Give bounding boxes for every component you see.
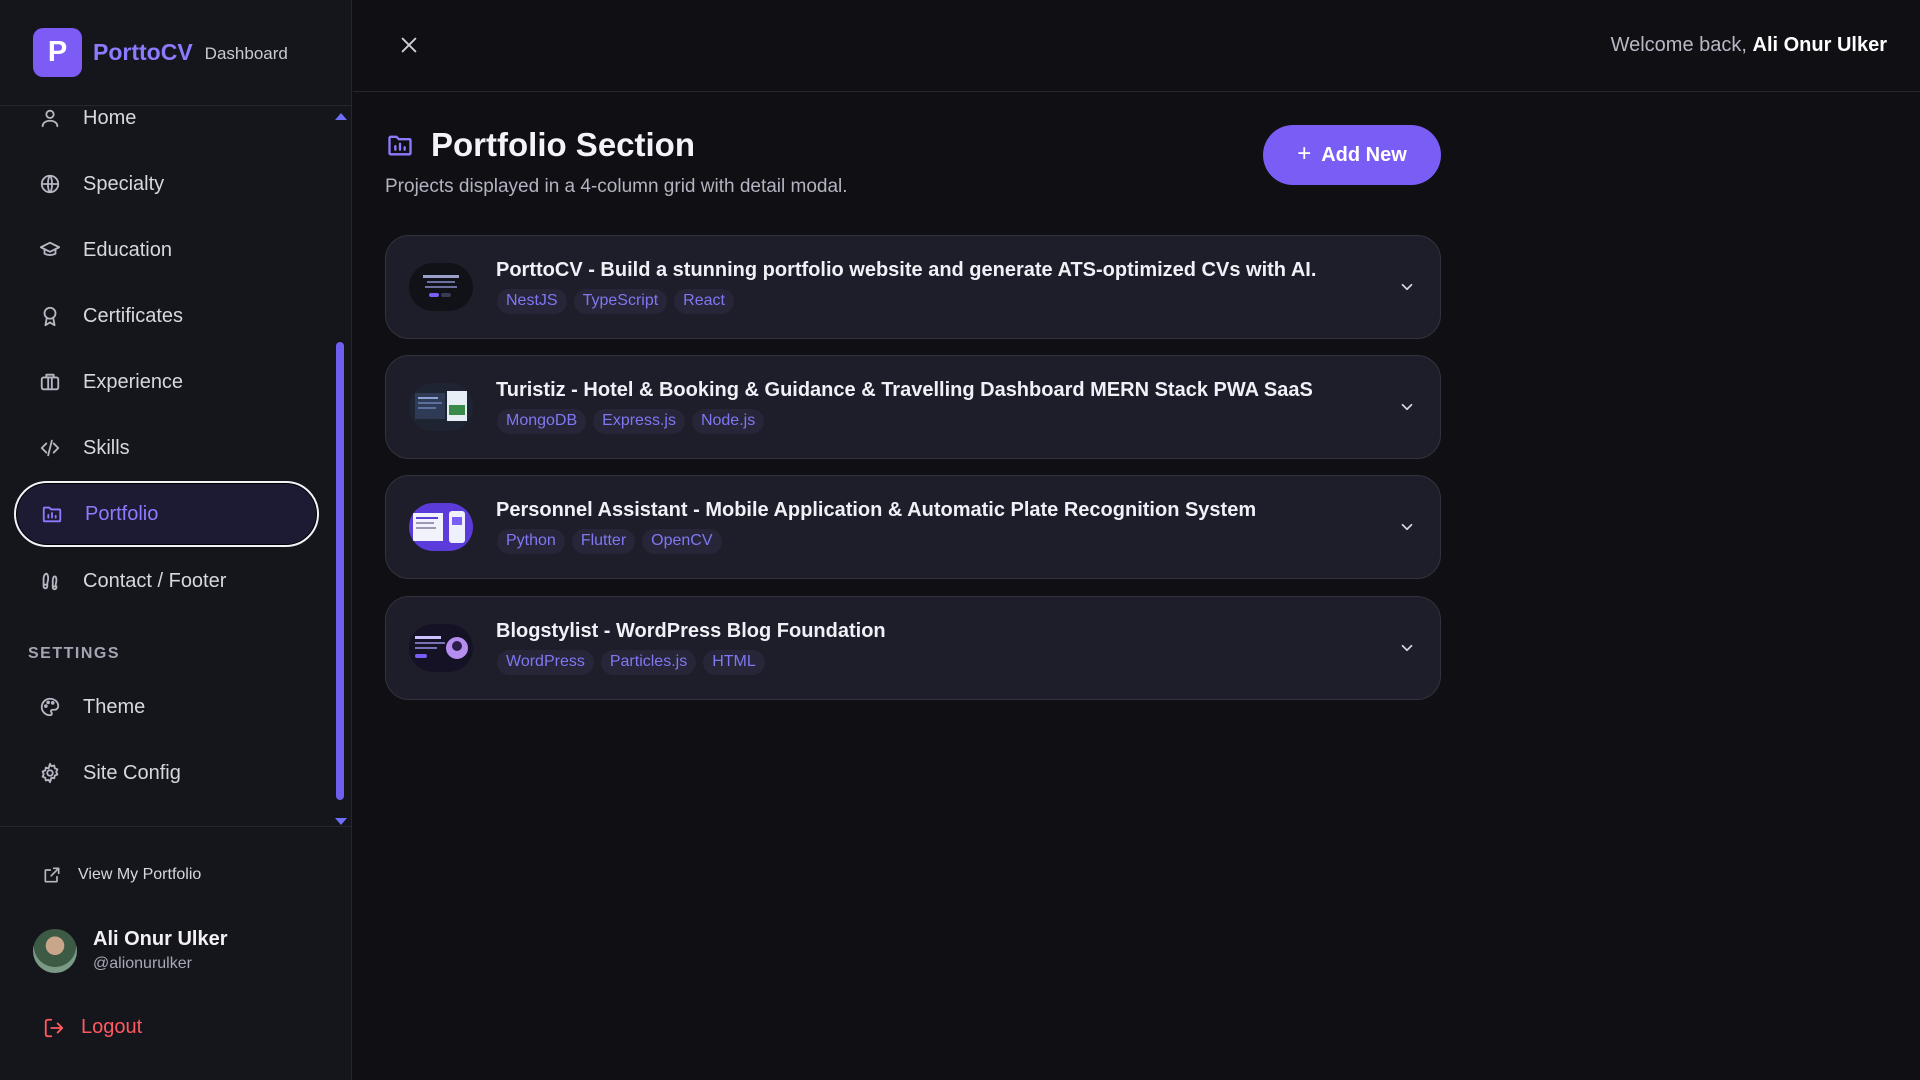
- sidebar-item-label: Home: [83, 106, 137, 129]
- page-header: Portfolio Section: [385, 126, 695, 164]
- avatar[interactable]: [33, 928, 77, 973]
- user-icon: [39, 107, 61, 129]
- tag-badge: Express.js: [593, 409, 685, 434]
- chevron-down-icon[interactable]: [1398, 398, 1416, 416]
- project-card[interactable]: Blogstylist - WordPress Blog Foundation …: [385, 596, 1441, 700]
- logout-label: Logout: [81, 1016, 143, 1038]
- tag-badge: WordPress: [497, 650, 594, 675]
- project-card[interactable]: Turistiz - Hotel & Booking & Guidance & …: [385, 355, 1441, 459]
- project-thumbnail: [409, 263, 473, 311]
- tag-badge: TypeScript: [573, 289, 668, 314]
- sidebar-item-label: Specialty: [83, 172, 165, 195]
- logout-button[interactable]: Logout: [43, 1016, 142, 1039]
- tag-badge: Flutter: [571, 529, 636, 554]
- welcome-user-name: Ali Onur Ulker: [1752, 34, 1887, 56]
- tag-badge: Particles.js: [600, 650, 697, 675]
- project-tags: MongoDB Express.js Node.js: [497, 409, 765, 434]
- project-card[interactable]: Personnel Assistant - Mobile Application…: [385, 475, 1441, 579]
- palette-icon: [39, 696, 61, 718]
- view-portfolio-label: View My Portfolio: [78, 866, 202, 883]
- sidebar-item-site-config[interactable]: Site Config: [14, 740, 319, 806]
- globe-icon: [39, 173, 61, 195]
- chevron-down-icon[interactable]: [1398, 518, 1416, 536]
- sidebar-item-label: Skills: [83, 436, 130, 459]
- sidebar-item-specialty[interactable]: Specialty: [14, 151, 319, 217]
- sidebar-item-home[interactable]: Home: [14, 85, 319, 151]
- tag-badge: NestJS: [497, 289, 567, 314]
- project-title: PorttoCV - Build a stunning portfolio we…: [496, 259, 1317, 281]
- sidebar-item-experience[interactable]: Experience: [14, 349, 319, 415]
- brand-subtitle: Dashboard: [204, 44, 288, 63]
- footprints-icon: [39, 570, 61, 592]
- sidebar-item-label: Education: [83, 238, 172, 261]
- folder-chart-icon: [41, 503, 63, 525]
- briefcase-icon: [39, 371, 61, 393]
- close-icon[interactable]: [398, 34, 420, 56]
- tag-badge: MongoDB: [497, 409, 587, 434]
- page-title: Portfolio Section: [431, 126, 695, 163]
- chevron-down-icon[interactable]: [1398, 278, 1416, 296]
- add-new-label: Add New: [1321, 143, 1407, 166]
- brand-name[interactable]: PorttoCV: [93, 39, 193, 66]
- external-link-icon: [42, 865, 62, 885]
- user-profile[interactable]: Ali Onur Ulker @alionurulker: [33, 928, 227, 973]
- project-title: Blogstylist - WordPress Blog Foundation: [496, 620, 886, 642]
- project-tags: Python Flutter OpenCV: [497, 529, 722, 554]
- folder-chart-icon: [385, 131, 415, 159]
- logout-icon: [43, 1017, 65, 1039]
- sidebar-item-label: Experience: [83, 370, 184, 393]
- scroll-down-arrow-icon[interactable]: [335, 818, 347, 825]
- sidebar-item-label: Site Config: [83, 761, 181, 784]
- sidebar-footer: View My Portfolio Ali Onur Ulker @alionu…: [0, 826, 352, 1080]
- sidebar: P PorttoCV Dashboard Home Specialty Educ…: [0, 0, 352, 1080]
- tag-badge: React: [674, 289, 734, 314]
- project-card[interactable]: PorttoCV - Build a stunning portfolio we…: [385, 235, 1441, 339]
- add-new-button[interactable]: + Add New: [1263, 125, 1441, 185]
- sidebar-item-theme[interactable]: Theme: [14, 674, 319, 740]
- sidebar-item-label: Contact / Footer: [83, 569, 227, 592]
- chevron-down-icon[interactable]: [1398, 639, 1416, 657]
- sidebar-item-portfolio[interactable]: Portfolio: [14, 481, 319, 547]
- project-thumbnail: [409, 624, 473, 672]
- welcome-message: Welcome back, Ali Onur Ulker: [1611, 34, 1887, 57]
- logo-icon[interactable]: P: [33, 28, 82, 77]
- sidebar-item-label: Certificates: [83, 304, 184, 327]
- tag-badge: Node.js: [691, 409, 765, 434]
- project-thumbnail: [409, 503, 473, 551]
- tag-badge: HTML: [703, 650, 765, 675]
- tag-badge: Python: [497, 529, 565, 554]
- project-tags: WordPress Particles.js HTML: [497, 650, 765, 675]
- top-bar: Welcome back, Ali Onur Ulker: [353, 0, 1920, 92]
- sidebar-item-label: Theme: [83, 695, 146, 718]
- user-name: Ali Onur Ulker: [93, 928, 228, 950]
- graduation-cap-icon: [39, 239, 61, 261]
- sidebar-item-contact-footer[interactable]: Contact / Footer: [14, 548, 319, 614]
- project-tags: NestJS TypeScript React: [497, 289, 734, 314]
- sidebar-item-certificates[interactable]: Certificates: [14, 283, 319, 349]
- gear-icon: [39, 762, 61, 784]
- view-portfolio-link[interactable]: View My Portfolio: [42, 865, 201, 885]
- project-thumbnail: [409, 383, 473, 431]
- sidebar-scrollbar[interactable]: [334, 107, 347, 825]
- sidebar-item-skills[interactable]: Skills: [14, 415, 319, 481]
- award-icon: [39, 305, 61, 327]
- settings-section-label: SETTINGS: [28, 645, 121, 662]
- scrollbar-thumb[interactable]: [336, 342, 344, 800]
- project-title: Personnel Assistant - Mobile Application…: [496, 499, 1257, 521]
- scroll-up-arrow-icon[interactable]: [335, 113, 347, 120]
- sidebar-item-label: Portfolio: [85, 502, 159, 525]
- code-icon: [39, 437, 61, 459]
- sidebar-nav: Home Specialty Education Certificates Ex…: [0, 107, 352, 825]
- user-handle: @alionurulker: [93, 955, 192, 972]
- plus-icon: +: [1297, 140, 1312, 167]
- welcome-prefix: Welcome back,: [1610, 34, 1747, 56]
- page-subtitle: Projects displayed in a 4-column grid wi…: [385, 176, 848, 197]
- sidebar-item-education[interactable]: Education: [14, 217, 319, 283]
- project-title: Turistiz - Hotel & Booking & Guidance & …: [496, 379, 1313, 401]
- tag-badge: OpenCV: [642, 529, 722, 554]
